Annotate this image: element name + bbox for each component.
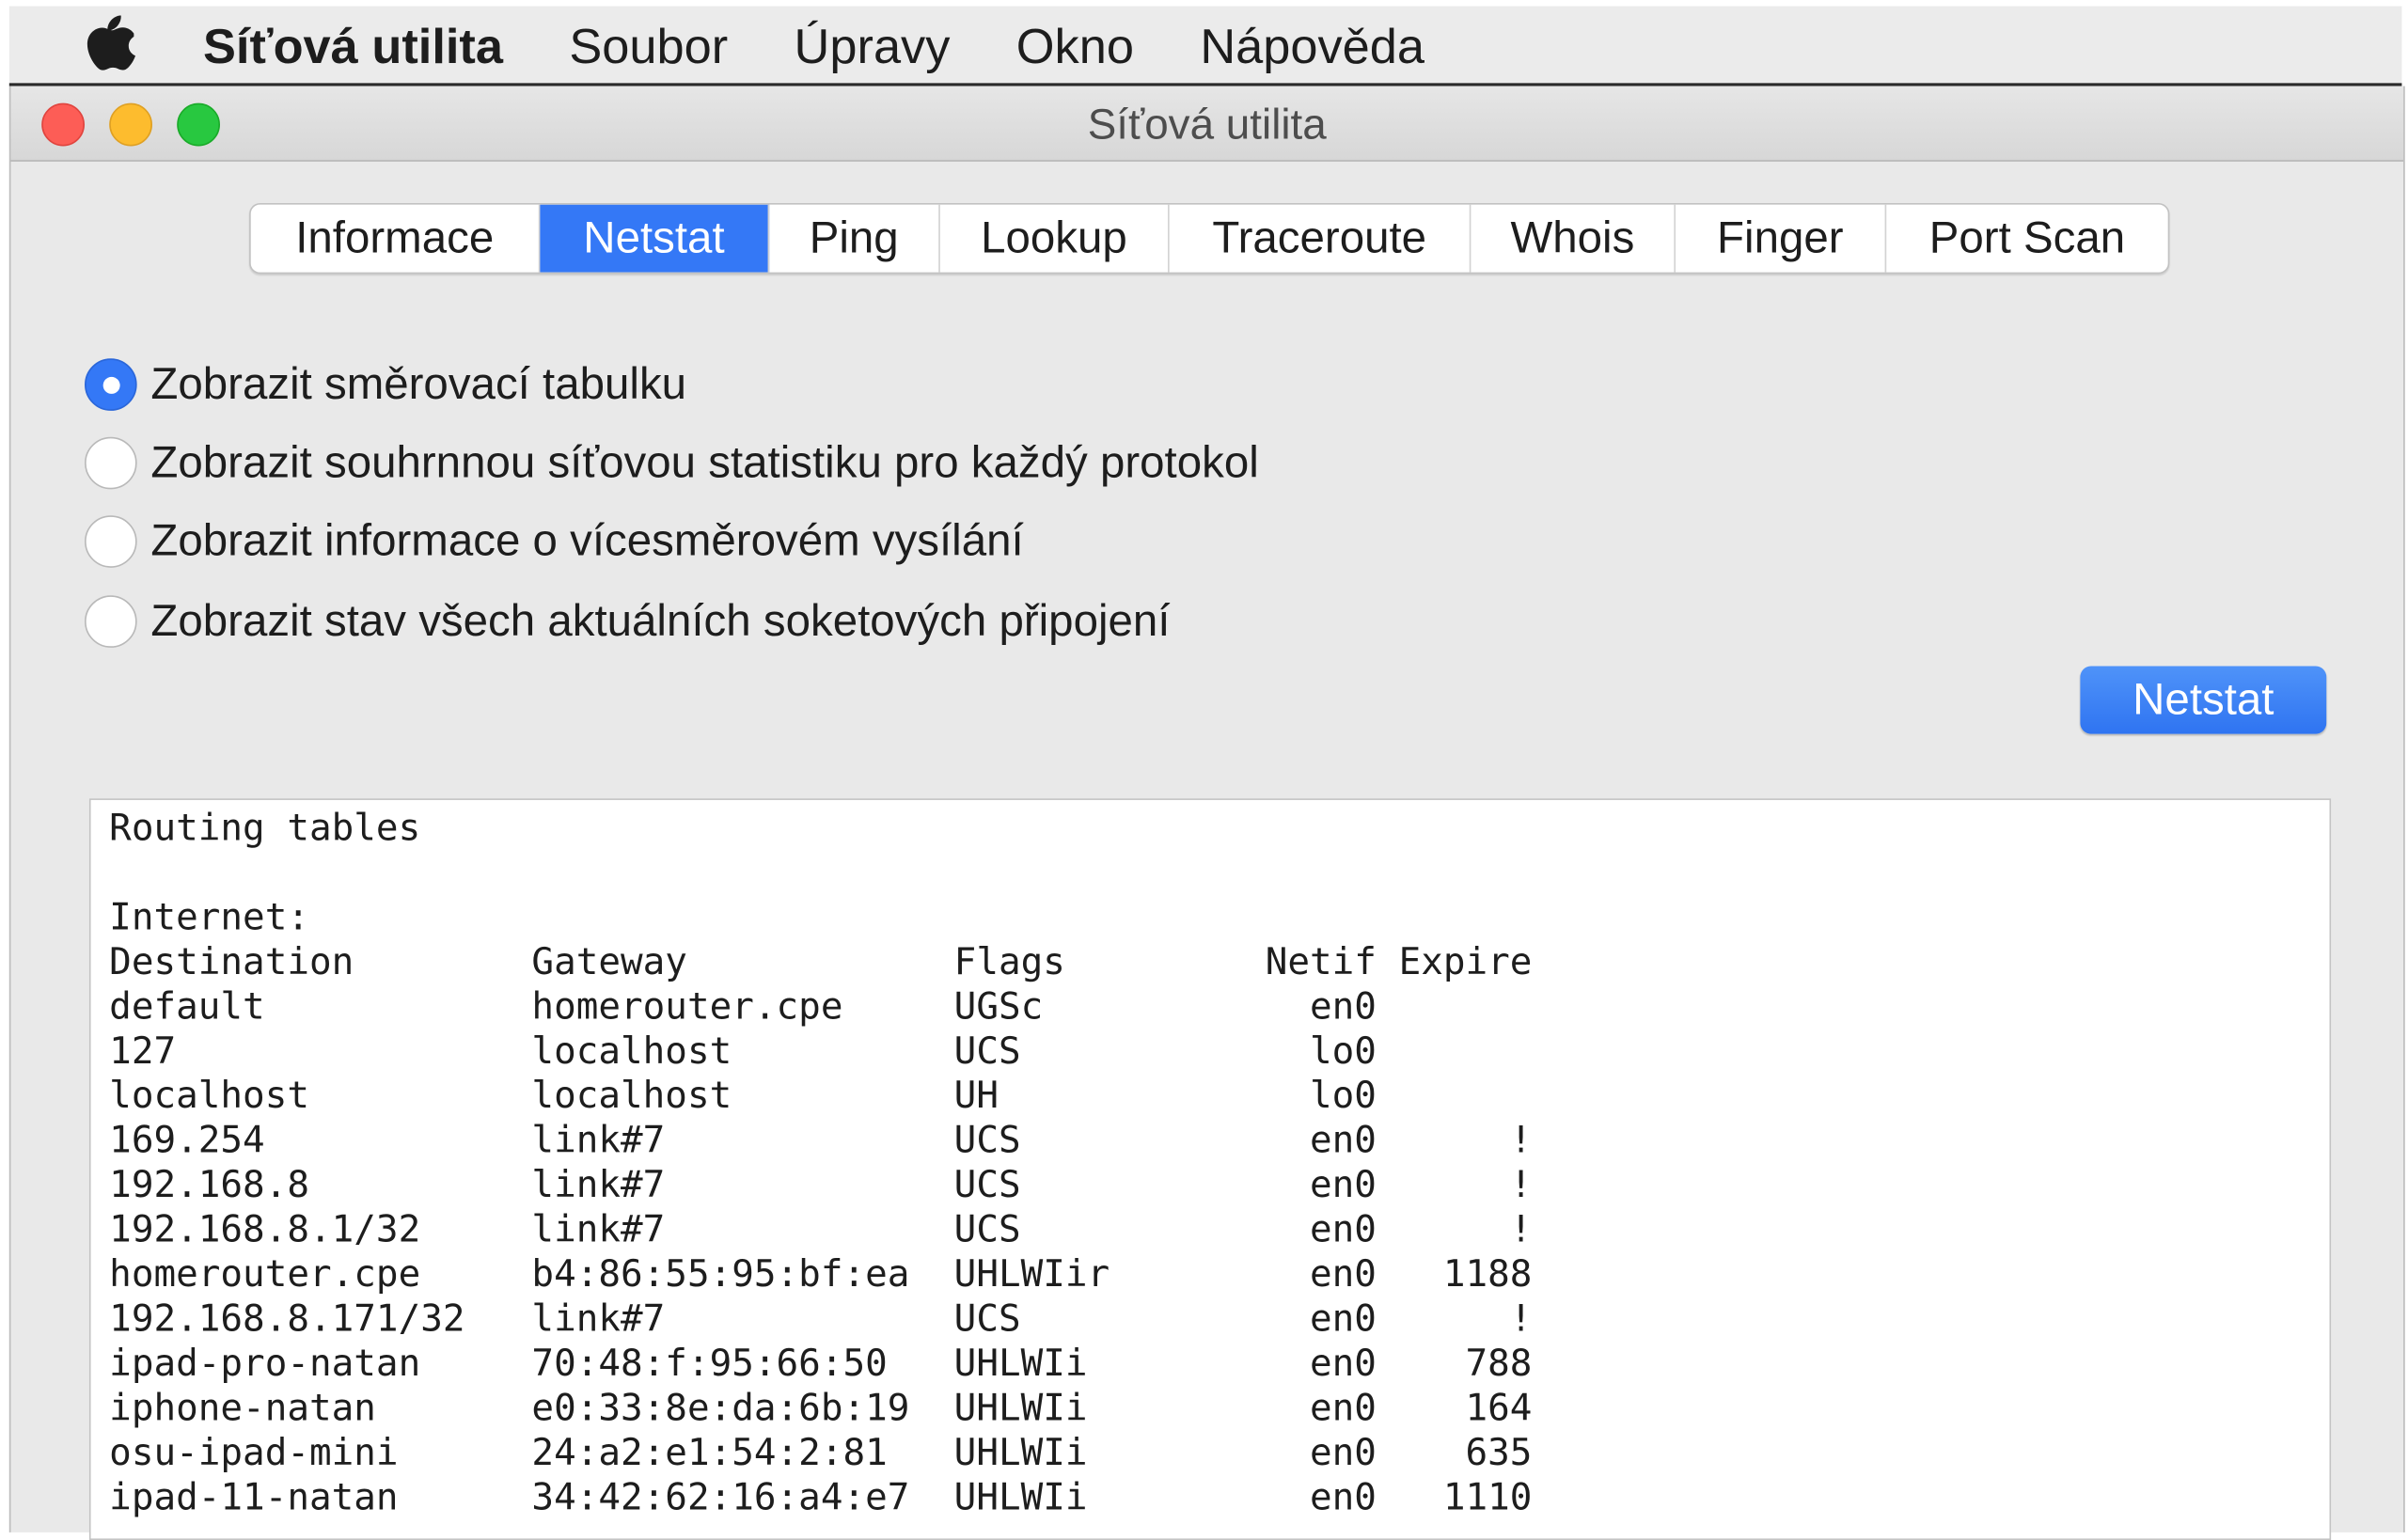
option-multicast-info[interactable]: Zobrazit informace o vícesměrovém vysílá… [85,511,1024,572]
option-socket-connections[interactable]: Zobrazit stav všech aktuálních soketovýc… [85,590,1170,652]
window-title: Síťová utilita [1087,100,1327,149]
apple-logo-icon[interactable] [83,15,138,76]
menu-file[interactable]: Soubor [569,19,728,76]
tab-port-scan[interactable]: Port Scan [1886,205,2167,273]
tab-netstat[interactable]: Netstat [540,204,770,273]
menu-app-name[interactable]: Síťová utilita [203,19,503,76]
option-protocol-statistics[interactable]: Zobrazit souhrnnou síťovou statistiku pr… [85,432,1259,494]
menu-edit[interactable]: Úpravy [795,19,951,76]
option-routing-table[interactable]: Zobrazit směrovací tabulku [85,354,686,415]
tab-bar: Informace Netstat Ping Lookup Traceroute… [249,203,2170,275]
option-label: Zobrazit směrovací tabulku [150,359,687,409]
title-bar[interactable]: Síťová utilita [10,86,2404,162]
network-utility-window: Síťová utilita Informace Netstat Ping Lo… [8,86,2405,1540]
tab-lookup[interactable]: Lookup [940,204,1170,273]
tab-traceroute[interactable]: Traceroute [1170,204,1472,273]
option-label: Zobrazit souhrnnou síťovou statistiku pr… [150,437,1259,487]
tab-informace[interactable]: Informace [251,204,541,273]
tab-ping[interactable]: Ping [769,204,940,273]
tab-whois[interactable]: Whois [1471,204,1676,273]
tab-finger[interactable]: Finger [1676,204,1887,273]
radio-button[interactable] [85,595,137,648]
menu-help[interactable]: Nápověda [1200,19,1424,76]
menu-bar: Síťová utilita Soubor Úpravy Okno Nápově… [8,6,2402,86]
radio-button[interactable] [85,358,137,411]
option-label: Zobrazit informace o vícesměrovém vysílá… [150,516,1024,566]
option-label: Zobrazit stav všech aktuálních soketovýc… [150,596,1171,646]
output-text-area[interactable]: Routing tables Internet: Destination Gat… [88,798,2332,1540]
radio-button[interactable] [85,436,137,490]
output-text: Routing tables Internet: Destination Gat… [109,806,1533,1519]
menu-window[interactable]: Okno [1016,19,1134,76]
radio-button[interactable] [85,515,137,568]
netstat-button[interactable]: Netstat [2080,666,2327,734]
